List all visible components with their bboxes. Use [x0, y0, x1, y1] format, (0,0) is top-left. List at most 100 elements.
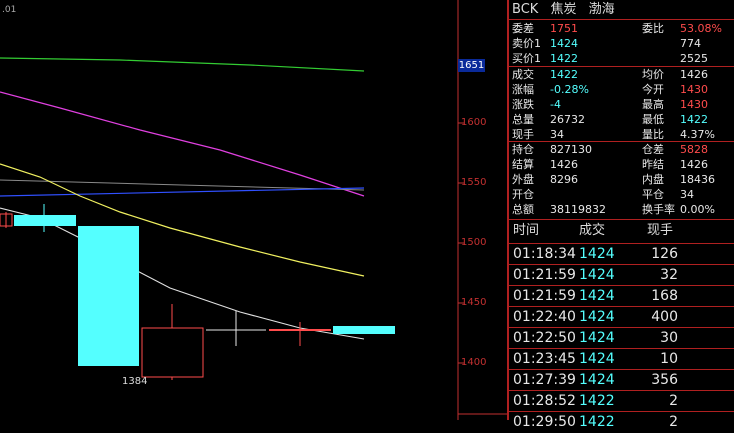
- quote-row: 卖价1 1424 774: [509, 36, 734, 51]
- tick-price: 1424: [579, 309, 615, 325]
- quote-row: 涨幅 -0.28% 今开 1430: [509, 82, 734, 97]
- tick-time: 01:28:52: [513, 393, 576, 409]
- tick-vol: 10: [660, 351, 678, 367]
- tick-price: 1424: [579, 288, 615, 304]
- quote-row: 委差 1751 委比 53.08%: [509, 21, 734, 36]
- axis-label-1450: 1450: [461, 297, 487, 308]
- quote-label: 总量: [512, 113, 534, 126]
- symbol-code: BCK: [512, 2, 539, 17]
- tick-time: 01:18:34: [513, 246, 576, 262]
- ma-white-line: [0, 207, 365, 340]
- quote-value: 18436: [680, 173, 715, 186]
- tick-price: 1424: [579, 267, 615, 283]
- quote-value: 1426: [550, 158, 578, 171]
- quote-label: 昨结: [642, 158, 664, 171]
- quote-row: 持仓 827130 仓差 5828: [509, 142, 734, 157]
- quote-label: 卖价1: [512, 37, 541, 50]
- quote-value: 1430: [680, 98, 708, 111]
- quote-value: 0.00%: [680, 203, 715, 216]
- quote-label: 仓差: [642, 143, 664, 156]
- tick-price: 1424: [579, 330, 615, 346]
- candle-7-body: [333, 326, 395, 334]
- quote-label: 现手: [512, 128, 534, 141]
- tick-row[interactable]: 01:21:59 1424 168: [509, 285, 734, 306]
- quote-value: 34: [680, 188, 694, 201]
- quote-label: 涨幅: [512, 83, 534, 96]
- ma-magenta-line: [0, 91, 365, 197]
- quote-value: 2525: [680, 52, 708, 65]
- tick-price: 1422: [579, 393, 615, 409]
- axis-label-1500: 1500: [461, 237, 487, 248]
- quote-label: 最高: [642, 98, 664, 111]
- quote-value: 26732: [550, 113, 585, 126]
- low-price-label: 1384: [122, 376, 148, 387]
- col-time: 时间: [513, 223, 540, 238]
- current-price-tag: 1651: [458, 59, 485, 72]
- col-vol: 现手: [647, 223, 674, 238]
- axis-label-1400: 1400: [461, 357, 487, 368]
- quote-label: 结算: [512, 158, 534, 171]
- ma-blue-line: [0, 187, 365, 197]
- tick-time: 01:21:59: [513, 288, 576, 304]
- quote-value: -0.28%: [550, 83, 589, 96]
- chart-corner-label: .01: [2, 5, 17, 15]
- quote-label: 换手率: [642, 203, 675, 216]
- tick-vol: 400: [651, 309, 678, 325]
- quote-label: 委比: [642, 22, 664, 35]
- tick-row[interactable]: 01:29:50 1422 2: [509, 411, 734, 432]
- tick-price: 1422: [579, 414, 615, 430]
- tick-row[interactable]: 01:22:40 1424 400: [509, 306, 734, 327]
- quote-row: 结算 1426 昨结 1426: [509, 157, 734, 172]
- quote-header: BCK 焦炭 渤海: [509, 0, 734, 20]
- tick-row[interactable]: 01:21:59 1424 32: [509, 264, 734, 285]
- candle-2-body: [14, 215, 76, 226]
- quote-label: 最低: [642, 113, 664, 126]
- tick-vol: 2: [669, 393, 678, 409]
- candle-4-body[interactable]: [141, 327, 204, 378]
- quote-row: 买价1 1422 2525: [509, 51, 734, 66]
- tick-vol: 2: [669, 414, 678, 430]
- quote-label: 平仓: [642, 188, 664, 201]
- tick-vol: 168: [651, 288, 678, 304]
- tick-row[interactable]: 01:28:52 1422 2: [509, 390, 734, 411]
- quote-row: 成交 1422 均价 1426: [509, 67, 734, 82]
- quote-row: 总额 38119832 换手率 0.00%: [509, 202, 734, 217]
- tick-vol: 126: [651, 246, 678, 262]
- quote-label: 量比: [642, 128, 664, 141]
- quote-value: 1422: [550, 52, 578, 65]
- quote-label: 买价1: [512, 52, 541, 65]
- tick-time: 01:23:45: [513, 351, 576, 367]
- quote-label: 内盘: [642, 173, 664, 186]
- quote-label: 外盘: [512, 173, 534, 186]
- tick-row[interactable]: 01:22:50 1424 30: [509, 327, 734, 348]
- exchange-name: 渤海: [588, 2, 615, 17]
- tick-row[interactable]: 01:23:45 1424 10: [509, 348, 734, 369]
- quote-label: 委差: [512, 22, 534, 35]
- tick-time: 01:27:39: [513, 372, 576, 388]
- quote-value: 774: [680, 37, 701, 50]
- quote-row: 外盘 8296 内盘 18436: [509, 172, 734, 187]
- quote-value: 827130: [550, 143, 592, 156]
- quote-label: 开仓: [512, 188, 534, 201]
- quote-value: 8296: [550, 173, 578, 186]
- ma-green-line: [0, 57, 365, 72]
- tick-time: 01:22:50: [513, 330, 576, 346]
- tick-price: 1424: [579, 351, 615, 367]
- tick-price: 1424: [579, 372, 615, 388]
- quote-label: 总额: [512, 203, 534, 216]
- ma-gray-line: [0, 179, 365, 191]
- quote-row: 开仓 平仓 34: [509, 187, 734, 202]
- quote-row: 涨跌 -4 最高 1430: [509, 97, 734, 112]
- quote-value: -4: [550, 98, 561, 111]
- tick-vol: 30: [660, 330, 678, 346]
- quote-value: 1422: [550, 68, 578, 81]
- tick-row[interactable]: 01:27:39 1424 356: [509, 369, 734, 390]
- kline-svg: [0, 0, 507, 420]
- axis-label-1550: 1550: [461, 177, 487, 188]
- quote-row: 总量 26732 最低 1422: [509, 112, 734, 127]
- tick-row[interactable]: 01:18:34 1424 126: [509, 243, 734, 264]
- quote-row: 现手 34 量比 4.37%: [509, 127, 734, 142]
- tick-time: 01:22:40: [513, 309, 576, 325]
- tick-list-header: 时间 成交 现手: [509, 220, 734, 242]
- kline-chart[interactable]: .01 1651 1600 1550 1500 1450 1400 1384: [0, 0, 507, 420]
